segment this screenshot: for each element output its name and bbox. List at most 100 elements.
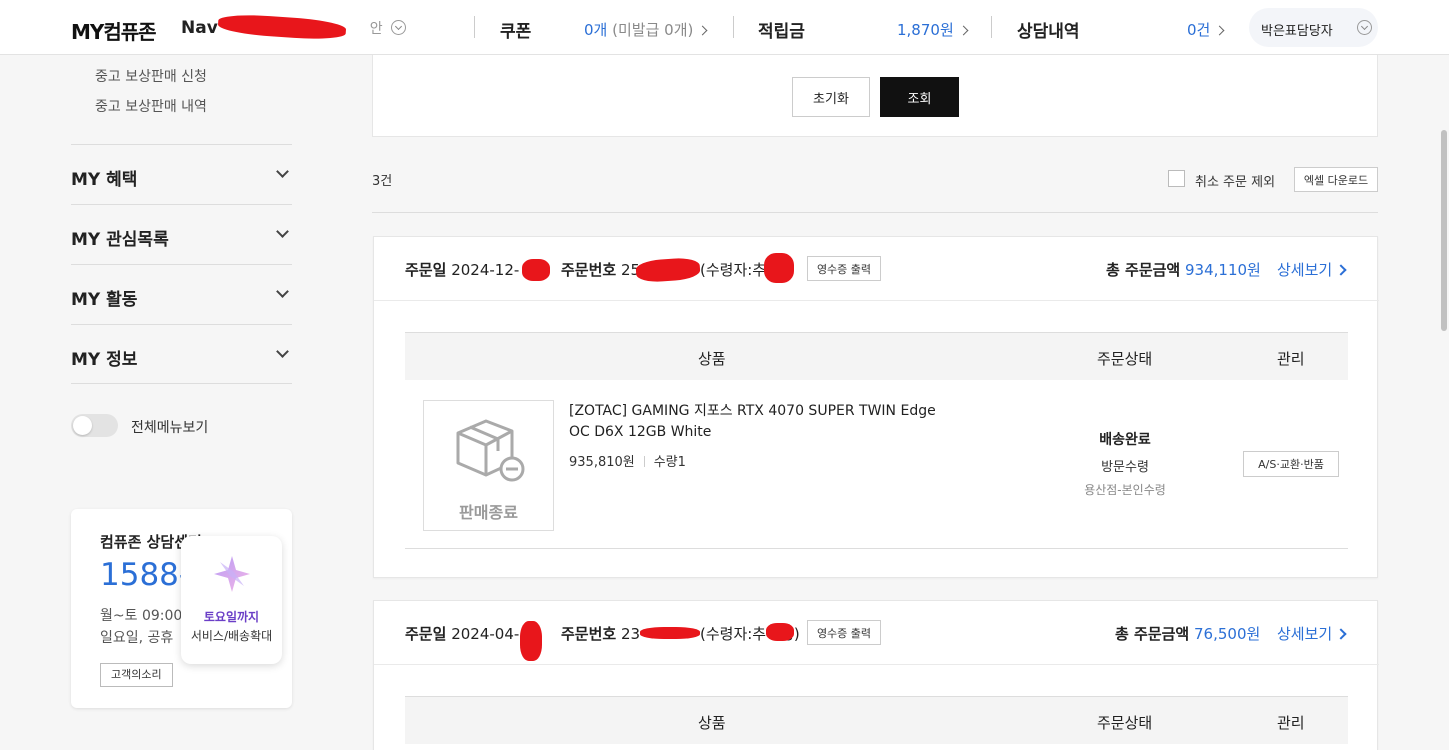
search-button[interactable]: 조회 — [880, 77, 959, 117]
col-product: 상품 — [698, 714, 726, 732]
col-status: 주문상태 — [1097, 714, 1153, 732]
order-total-label: 총 주문금액 — [1115, 625, 1190, 643]
order-number: 주문번호 25 — [561, 259, 640, 280]
excel-download-button[interactable]: 엑셀 다운로드 — [1294, 167, 1378, 192]
chevron-right-icon — [697, 25, 708, 36]
order-detail-link[interactable]: 상세보기 — [1277, 623, 1347, 644]
points-label: 적립금 — [758, 22, 805, 42]
order-detail-link[interactable]: 상세보기 — [1277, 259, 1347, 280]
divider — [372, 212, 1378, 213]
support-hours-holiday: 일요일, 공휴 — [100, 630, 174, 646]
consult-count: 0건 — [1187, 21, 1211, 39]
receiver-text: (수령자:추 — [700, 261, 767, 279]
support-phone: 1588- — [100, 557, 191, 593]
header-divider — [474, 16, 475, 38]
order-items-header: 상품 주문상태 관리 — [405, 332, 1348, 380]
product-name-link[interactable]: [ZOTAC] GAMING 지포스 RTX 4070 SUPER TWIN E… — [569, 401, 959, 443]
section-label: MY 관심목록 — [71, 230, 169, 250]
section-label: MY 활동 — [71, 290, 138, 310]
redaction-mark — [520, 621, 542, 661]
order-date-label: 주문일 — [405, 625, 447, 643]
header-divider — [991, 16, 992, 38]
chevron-down-icon — [390, 20, 406, 35]
order-date-label: 주문일 — [405, 261, 447, 279]
user-name: Nav — [181, 18, 218, 38]
coupon-link[interactable]: 0개 (미발급 0개) — [584, 19, 708, 40]
as-exchange-return-button[interactable]: A/S·교환·반품 — [1243, 451, 1339, 477]
promo-popup[interactable]: 토요일까지 서비스/배송확대 — [181, 536, 282, 664]
col-status: 주문상태 — [1097, 350, 1153, 368]
chevron-down-icon — [1357, 20, 1372, 35]
coupon-count: 0개 — [584, 21, 608, 39]
reset-button[interactable]: 초기화 — [792, 77, 870, 117]
receipt-print-button[interactable]: 영수증 출력 — [807, 620, 881, 645]
order-date-value: 2024-04- — [451, 625, 520, 643]
brand-title[interactable]: MY컴퓨존 — [71, 16, 157, 45]
col-product: 상품 — [698, 350, 726, 368]
promo-line-1: 토요일까지 — [203, 610, 260, 624]
sidebar-section-info[interactable]: MY 정보 — [71, 324, 292, 384]
chevron-right-icon — [1335, 264, 1347, 276]
points-link[interactable]: 1,870원 — [897, 19, 969, 40]
order-date-value: 2024-12- — [451, 261, 520, 279]
header-divider — [733, 16, 734, 38]
exclude-cancelled-label[interactable]: 취소 주문 제외 — [1195, 171, 1275, 190]
box-icon — [456, 419, 525, 482]
status-store: 용산점-본인수령 — [1084, 483, 1166, 497]
chevron-right-icon — [1335, 628, 1347, 640]
coupon-unissued: (미발급 0개) — [612, 21, 694, 39]
sidebar-section-benefits[interactable]: MY 혜택 — [71, 144, 292, 204]
search-panel — [372, 55, 1378, 137]
result-count: 3건 — [372, 174, 393, 189]
product-thumbnail[interactable]: 판매종료 — [423, 400, 554, 531]
detail-label: 상세보기 — [1277, 625, 1333, 643]
chevron-down-icon — [276, 225, 289, 238]
sidebar-section-activity[interactable]: MY 활동 — [71, 264, 292, 324]
sidebar-link-tradein-apply[interactable]: 중고 보상판매 신청 — [95, 66, 207, 86]
receipt-print-button[interactable]: 영수증 출력 — [807, 256, 881, 281]
full-menu-toggle[interactable] — [71, 414, 118, 437]
product-meta: 935,810원 수량1 — [569, 451, 686, 470]
exclude-cancelled-checkbox[interactable] — [1168, 170, 1185, 187]
consult-label: 상담내역 — [1017, 22, 1080, 42]
sidebar-link-tradein-history[interactable]: 중고 보상판매 내역 — [95, 96, 207, 116]
order-header: 주문일 2024-04- 주문번호 23 (수령자:추령) 영수증 출력 총 주… — [374, 601, 1379, 665]
order-header: 주문일 2024-12- 주문번호 25 (수령자:추) 영수증 출력 총 주문… — [374, 237, 1379, 301]
meta-divider — [643, 456, 645, 467]
support-hours-weekday: 월~토 09:00 — [100, 608, 183, 624]
order-card: 주문일 2024-12- 주문번호 25 (수령자:추) 영수증 출력 총 주문… — [373, 236, 1379, 578]
order-total: 총 주문금액 934,110원 — [1106, 259, 1261, 280]
product-price: 935,810원 — [569, 455, 635, 470]
sidebar-section-wishlist[interactable]: MY 관심목록 — [71, 204, 292, 264]
page-scrollbar[interactable] — [1441, 130, 1447, 331]
order-date: 주문일 2024-04- — [405, 623, 519, 644]
full-menu-label: 전체메뉴보기 — [131, 420, 209, 436]
customer-voice-button[interactable]: 고객의소리 — [100, 663, 173, 687]
chevron-down-icon — [276, 285, 289, 298]
order-number-value: 23 — [620, 625, 641, 643]
consult-link[interactable]: 0건 — [1187, 19, 1225, 40]
order-items-header: 상품 주문상태 관리 — [405, 696, 1348, 744]
order-date: 주문일 2024-12- — [405, 259, 519, 280]
chevron-right-icon — [1214, 25, 1225, 36]
status-main: 배송완료 — [1099, 432, 1151, 448]
manager-button[interactable]: 박은표담당자 — [1249, 8, 1378, 47]
redaction-mark — [640, 627, 700, 639]
redaction-mark — [522, 259, 550, 281]
redaction-mark — [766, 623, 794, 641]
sparkle-icon — [214, 556, 250, 592]
order-card: 주문일 2024-04- 주문번호 23 (수령자:추령) 영수증 출력 총 주… — [373, 600, 1379, 750]
manager-name: 박은표담당자 — [1261, 24, 1333, 39]
order-number-label: 주문번호 — [561, 261, 617, 279]
order-total: 총 주문금액 76,500원 — [1115, 623, 1260, 644]
redaction-mark — [635, 256, 701, 284]
top-header: MY컴퓨존 Nav 안 쿠폰 0개 (미발급 0개) 적립금 1,870원 상담내… — [0, 0, 1449, 55]
promo-line-2: 서비스/배송확대 — [190, 629, 273, 643]
col-manage: 관리 — [1277, 350, 1305, 368]
support-hours: 월~토 09:00 일요일, 공휴 — [100, 605, 182, 649]
redaction-mark — [764, 253, 794, 283]
product-qty: 수량1 — [653, 455, 686, 470]
receiver-text: (수령자:추 — [700, 625, 767, 643]
order-total-amount: 934,110원 — [1185, 261, 1261, 279]
chevron-down-icon — [276, 165, 289, 178]
